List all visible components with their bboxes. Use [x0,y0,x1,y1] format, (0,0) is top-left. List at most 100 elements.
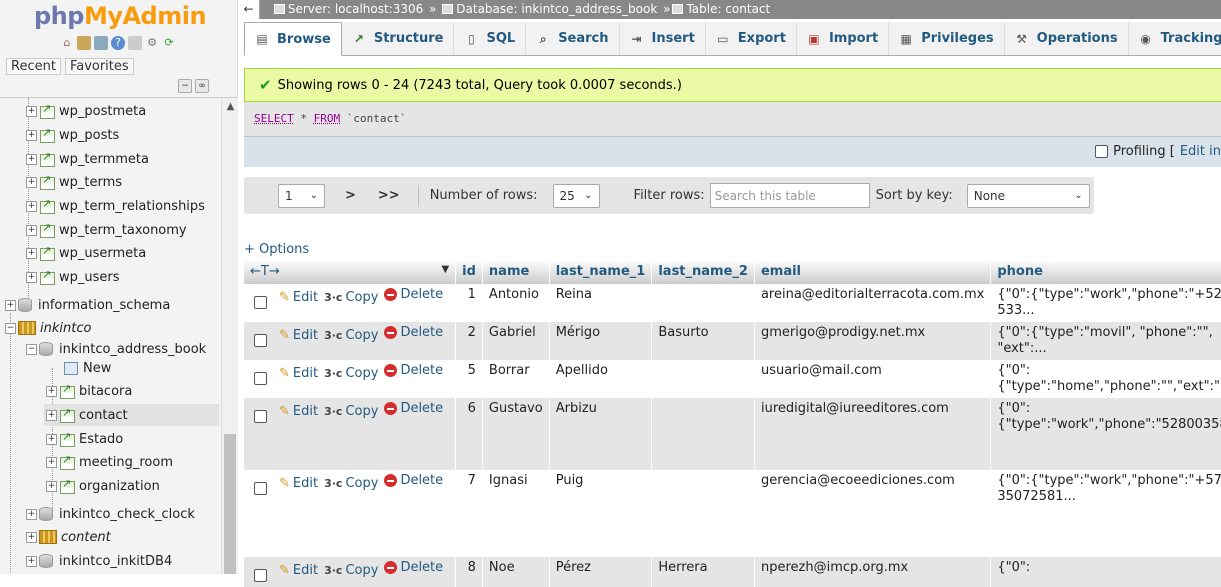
tree-item-table[interactable]: + wp_term_taxonomy [26,219,187,241]
copy-button[interactable]: 3·c Copy [324,328,378,343]
column-header-last-name-1[interactable]: last_name_1 [549,259,653,284]
expand-icon[interactable]: + [26,555,37,567]
edit-button[interactable]: ✎ Edit [279,290,318,305]
last-page-button[interactable]: >> [378,188,400,203]
tab-tracking[interactable]: ◉ Tracking [1128,22,1221,55]
tree-item-table[interactable]: + bitacora [46,380,132,402]
tree-item-table[interactable]: + Estado [46,428,123,450]
tree-item-table[interactable]: + wp_posts [26,124,119,146]
cell-last-name-1[interactable]: Reina [549,284,653,322]
cell-name[interactable]: Borrar [482,360,550,398]
cell-name[interactable]: Noe [482,557,550,587]
delete-button[interactable]: Delete [384,363,443,378]
tab-privileges[interactable]: ▦ Privileges [889,22,1005,55]
column-header-email[interactable]: email [754,259,992,284]
expand-icon[interactable]: + [26,271,37,283]
sidebar-scrollbar[interactable]: ▲ [221,98,238,574]
expand-icon[interactable]: + [26,224,37,236]
copy-button[interactable]: 3·c Copy [324,366,378,381]
cell-id[interactable]: 1 [455,284,483,322]
expand-icon[interactable]: + [46,480,57,492]
expand-icon[interactable]: + [46,433,57,445]
cell-id[interactable]: 2 [455,322,483,360]
sort-select[interactable]: None ⌄ [966,183,1090,208]
sql-keyword[interactable]: FROM [314,112,341,125]
edit-button[interactable]: ✎ Edit [279,404,318,419]
collapse-icon[interactable]: − [26,343,37,355]
expand-icon[interactable]: + [26,200,37,212]
cell-email[interactable]: areina@editorialterracota.com.mx [754,284,992,322]
cell-id[interactable]: 7 [455,470,483,557]
next-page-button[interactable]: > [345,188,356,203]
tree-item-new[interactable]: New [64,357,111,379]
sort-triangle-icon[interactable]: ▼ [441,264,449,275]
cell-email[interactable]: usuario@mail.com [754,360,992,398]
tree-item-database[interactable]: − inkintco_address_book [26,338,206,360]
cell-last-name-2[interactable] [651,398,755,470]
row-checkbox[interactable] [254,569,267,582]
tab-import[interactable]: ▣ Import [796,22,890,55]
delete-button[interactable]: Delete [384,287,443,302]
cell-id[interactable]: 8 [455,557,483,587]
cell-last-name-1[interactable]: Apellido [549,360,653,398]
cell-phone[interactable]: {"0":{"type":"work","phone":"+52 (55) 53… [990,284,1221,322]
cell-last-name-2[interactable] [651,360,755,398]
cell-name[interactable]: Ignasi [482,470,550,557]
column-arrows-icon[interactable]: ←T→ [250,264,280,279]
cell-email[interactable]: gerencia@ecoeediciones.com [754,470,992,557]
cell-name[interactable]: Gabriel [482,322,550,360]
cell-last-name-2[interactable]: Basurto [651,322,755,360]
cell-last-name-1[interactable]: Mérigo [549,322,653,360]
column-header-name[interactable]: name [482,259,550,284]
breadcrumb-database[interactable]: Database: inkintco_address_book [456,2,657,16]
tree-item-table[interactable]: + organization [46,475,160,497]
expand-icon[interactable]: + [5,299,16,311]
options-link[interactable]: + Options [244,242,309,257]
row-checkbox[interactable] [254,296,267,309]
help-icon[interactable]: ? [111,36,125,50]
link-icon[interactable]: ∞ [195,79,209,93]
home-icon[interactable]: ⌂ [60,36,74,50]
edit-button[interactable]: ✎ Edit [279,476,318,491]
cell-name[interactable]: Antonio [482,284,550,322]
tab-structure[interactable]: ↗ Structure [341,22,455,55]
cell-last-name-2[interactable] [651,284,755,322]
query-icon[interactable] [94,36,108,50]
recent-tab[interactable]: Recent [6,58,61,75]
favorites-tab[interactable]: Favorites [64,58,134,75]
copy-button[interactable]: 3·c Copy [324,404,378,419]
row-checkbox[interactable] [254,334,267,347]
tree-item-table[interactable]: + meeting_room [46,451,173,473]
tab-search[interactable]: ⌕ Search [526,22,620,55]
expand-icon[interactable]: + [46,409,57,421]
tab-browse[interactable]: ▤ Browse [244,22,342,56]
copy-button[interactable]: 3·c Copy [324,563,378,578]
tree-item-database[interactable]: + information_schema [5,294,170,316]
phpmyadmin-logo[interactable]: phpMyAdmin [34,2,207,30]
tree-item-database[interactable]: + inkintco_inkitDB4 [26,550,172,572]
tree-item-table[interactable]: + wp_terms [26,171,122,193]
tab-sql[interactable]: ▯ SQL [454,22,527,55]
cell-id[interactable]: 6 [455,398,483,470]
tab-insert[interactable]: ⇥ Insert [619,22,706,55]
scrollbar-thumb[interactable] [224,434,236,574]
page-select[interactable]: 1 ⌄ [278,183,325,208]
expand-icon[interactable]: + [26,153,37,165]
cell-name[interactable]: Gustavo [482,398,550,470]
gear-icon[interactable]: ⚙ [145,36,159,50]
edit-button[interactable]: ✎ Edit [279,328,318,343]
tree-item-table-selected[interactable]: + contact [44,404,219,426]
tab-export[interactable]: ▭ Export [705,22,797,55]
sql-keyword[interactable]: SELECT [254,112,294,125]
cell-last-name-2[interactable] [651,470,755,557]
cell-phone[interactable]: {"0":{"type":"home","phone":"","ext":"..… [990,360,1221,398]
cell-last-name-1[interactable]: Pérez [549,557,653,587]
expand-icon[interactable]: + [46,456,57,468]
tree-item-table[interactable]: + wp_users [26,266,120,288]
copy-button[interactable]: 3·c Copy [324,290,378,305]
copy-button[interactable]: 3·c Copy [324,476,378,491]
database-icon[interactable] [77,36,91,50]
delete-button[interactable]: Delete [384,560,443,575]
cell-email[interactable]: nperezh@imcp.org.mx [754,557,992,587]
profiling-checkbox[interactable] [1095,145,1109,158]
